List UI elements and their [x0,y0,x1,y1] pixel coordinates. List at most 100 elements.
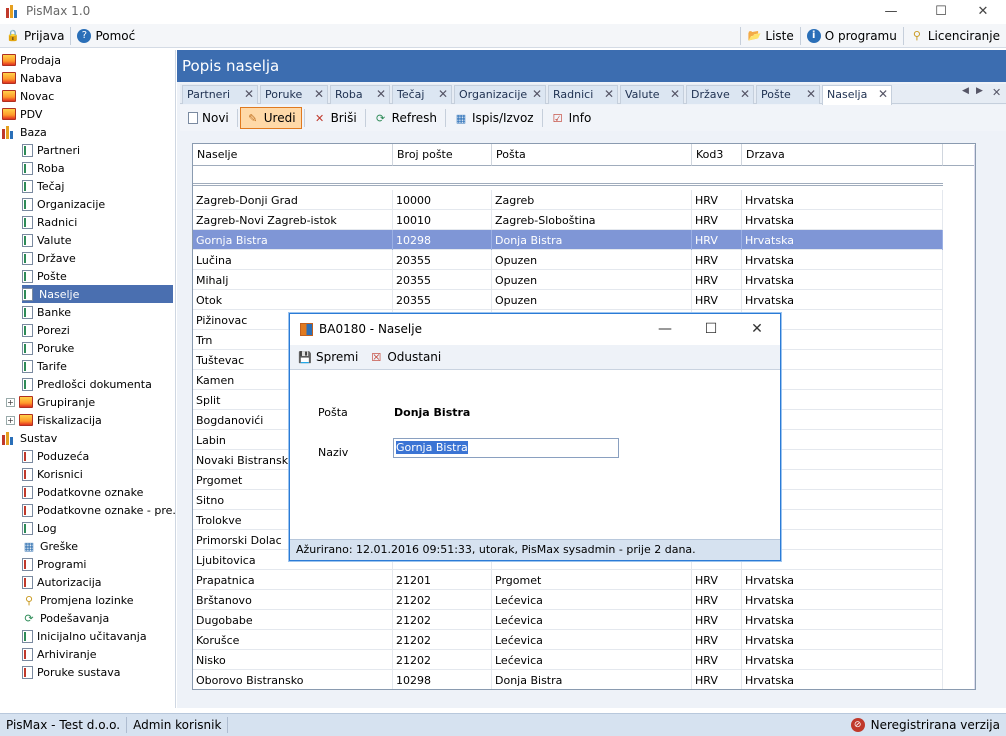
refresh-button[interactable]: ⟳ Refresh [368,107,443,129]
tree-item-inicijalno-ucitavanja[interactable]: Inicijalno učitavanja [22,627,147,645]
expand-icon[interactable]: + [6,397,15,407]
tree-item-valute[interactable]: Valute [22,231,72,249]
close-icon[interactable]: ✕ [604,87,614,101]
column-header-naselje[interactable]: Naselje [193,144,393,166]
tab-drzave[interactable]: Države ✕ [686,85,754,104]
menu-o-programu[interactable]: i O programu [801,24,903,48]
save-button[interactable]: 💾 Spremi [294,346,362,368]
tree-item-poste[interactable]: Pošte [22,267,67,285]
tree-item-tecaj[interactable]: Tečaj [22,177,64,195]
tree-item-fiskalizacija[interactable]: + Fiskalizacija [6,411,102,429]
tree-item-programi[interactable]: Programi [22,555,86,573]
tree-item-organizacije[interactable]: Organizacije [22,195,105,213]
tree-item-autorizacija[interactable]: Autorizacija [22,573,102,591]
tree-item-novac[interactable]: Novac [2,87,54,105]
new-button[interactable]: Novi [182,107,235,129]
tab-close-all-icon[interactable]: ✕ [992,86,1001,99]
tree-item-prodaja[interactable]: Prodaja [2,51,61,69]
tab-radnici[interactable]: Radnici ✕ [548,85,618,104]
table-row[interactable]: Prapatnica 21201 Prgomet HRV Hrvatska [193,570,943,590]
column-header-kod3[interactable]: Kod3 [692,144,742,166]
tree-item-partneri[interactable]: Partneri [22,141,80,159]
tree-item-banke[interactable]: Banke [22,303,71,321]
tree-item-grupiranje[interactable]: + Grupiranje [6,393,95,411]
tab-roba[interactable]: Roba ✕ [330,85,390,104]
close-icon[interactable]: ✕ [806,87,816,101]
table-row[interactable]: Oborovo Bistransko 10298 Donja Bistra HRV Hr… [193,670,943,689]
tree-item-pdv[interactable]: PDV [2,105,42,123]
minimize-button[interactable]: — [868,0,914,22]
tree-item-radnici[interactable]: Radnici [22,213,77,231]
tab-partneri[interactable]: Partneri ✕ [182,85,258,104]
menu-liste[interactable]: 📂 Liste [741,24,799,48]
dialog-maximize-button[interactable]: ☐ [688,314,734,344]
tree-item-promjena-lozinke[interactable]: ⚲ Promjena lozinke [22,591,134,609]
menu-licenciranje[interactable]: ⚲ Licenciranje [904,24,1006,48]
tree-item-podatkovne-oznake-pre[interactable]: Podatkovne oznake - pre... [22,501,175,519]
close-icon[interactable]: ✕ [532,87,542,101]
menu-prijava[interactable]: 🔒 Prijava [0,24,70,48]
tab-poruke[interactable]: Poruke ✕ [260,85,328,104]
cancel-button[interactable]: ☒ Odustani [365,346,445,368]
tree-item-roba[interactable]: Roba [22,159,65,177]
close-icon[interactable]: ✕ [376,87,386,101]
close-icon[interactable]: ✕ [314,87,324,101]
tree-item-sustav[interactable]: Sustav [2,429,57,447]
naziv-input[interactable]: Gornja Bistra [393,438,619,458]
tree-item-korisnici[interactable]: Korisnici [22,465,83,483]
close-icon[interactable]: ✕ [740,87,750,101]
vertical-scrollbar[interactable]: ▲ ▼ [974,145,975,689]
tree-item-naselje[interactable]: Naselje [22,285,173,303]
close-icon[interactable]: ✕ [878,87,888,101]
dialog-minimize-button[interactable]: — [642,314,688,344]
tree-item-drzave[interactable]: Države [22,249,76,267]
menu-pomoc[interactable]: ? Pomoć [71,24,141,48]
tree-item-poruke-sustava[interactable]: Poruke sustava [22,663,120,681]
tree-item-baza[interactable]: Baza [2,123,47,141]
tab-scroll-left-icon[interactable]: ◀ [962,86,969,96]
edit-button[interactable]: ✎ Uredi [239,107,302,129]
tree-item-nabava[interactable]: Nabava [2,69,62,87]
dialog-close-button[interactable]: ✕ [734,314,780,344]
close-icon[interactable]: ✕ [438,87,448,101]
maximize-button[interactable]: ☐ [918,0,964,22]
table-row[interactable]: Zagreb-Novi Zagreb-istok 10010 Zagreb-Slob… [193,210,943,230]
table-row[interactable]: Gornja Bistra 10298 Donja Bistra HRV Hrvatsk… [193,230,943,250]
tab-scroll-right-icon[interactable]: ▶ [976,86,983,96]
column-header-posta[interactable]: Pošta [492,144,692,166]
table-row[interactable]: Zagreb-Donji Grad 10000 Zagreb HRV Hrvatska [193,190,943,210]
tab-tecaj[interactable]: Tečaj ✕ [392,85,452,104]
table-row[interactable]: Nisko 21202 Lećevica HRV Hrvatska [193,650,943,670]
tree-item-porezi[interactable]: Porezi [22,321,70,339]
tree-item-predlosci-dokumenta[interactable]: Predlošci dokumenta [22,375,152,393]
info-button[interactable]: ☑ Info [545,107,598,129]
tree-item-poruke[interactable]: Poruke [22,339,74,357]
tree-item-podatkovne-oznake[interactable]: Podatkovne oznake [22,483,143,501]
close-icon[interactable]: ✕ [244,87,254,101]
close-button[interactable]: ✕ [960,0,1006,22]
column-header-broj-poste[interactable]: Broj pošte [393,144,492,166]
close-icon[interactable]: ✕ [670,87,680,101]
tree-item-tarife[interactable]: Tarife [22,357,67,375]
expand-icon[interactable]: + [6,415,15,425]
filter-row[interactable] [193,167,943,186]
table-row[interactable]: Lučina 20355 Opuzen HRV Hrvatska [193,250,943,270]
table-row[interactable]: Otok 20355 Opuzen HRV Hrvatska [193,290,943,310]
delete-button[interactable]: ✕ Briši [307,107,363,129]
table-row[interactable]: Mihalj 20355 Opuzen HRV Hrvatska [193,270,943,290]
tree-item-greske[interactable]: ▦ Greške [22,537,78,555]
tree-item-arhiviranje[interactable]: Arhiviranje [22,645,97,663]
table-cell: Hrvatska [742,670,943,689]
tab-organizacije[interactable]: Organizacije ✕ [454,85,546,104]
print-export-button[interactable]: ▦ Ispis/Izvoz [448,107,540,129]
table-row[interactable]: Dugobabe 21202 Lećevica HRV Hrvatska [193,610,943,630]
tab-naselja[interactable]: Naselja ✕ [822,85,892,105]
tab-valute[interactable]: Valute ✕ [620,85,684,104]
tree-item-poduzeca[interactable]: Poduzeća [22,447,89,465]
table-row[interactable]: Korušce 21202 Lećevica HRV Hrvatska [193,630,943,650]
tab-poste[interactable]: Pošte ✕ [756,85,820,104]
column-header-drzava[interactable]: Drzava [742,144,943,166]
table-row[interactable]: Brštanovo 21202 Lećevica HRV Hrvatska [193,590,943,610]
tree-item-podesavanja[interactable]: ⟳ Podešavanja [22,609,109,627]
tree-item-log[interactable]: Log [22,519,57,537]
